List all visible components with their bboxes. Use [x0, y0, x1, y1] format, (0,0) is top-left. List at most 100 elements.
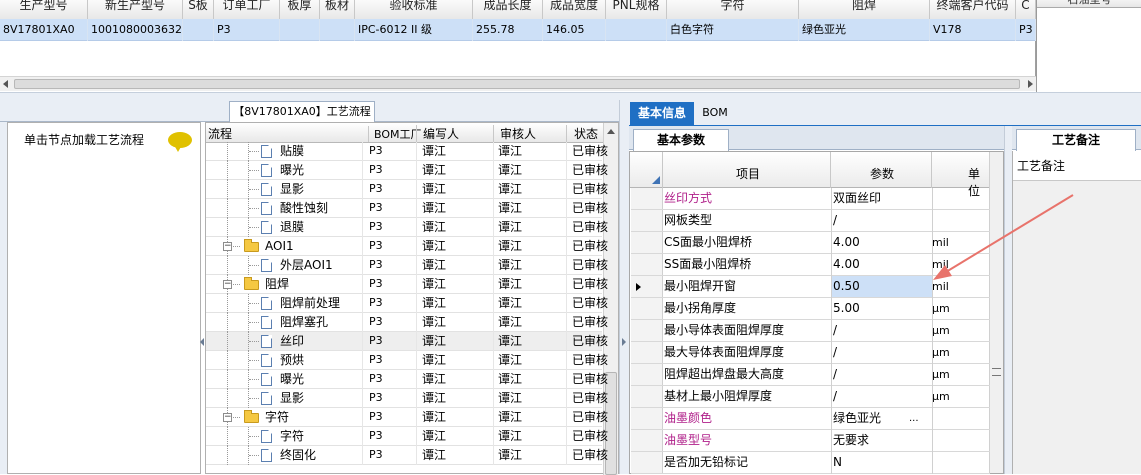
top-grid-row[interactable]: 8V17801XA0 10010800036320 P3 IPC-6012 II 级2…	[0, 19, 1036, 41]
remarks-splitter[interactable]	[1004, 126, 1012, 474]
tree-row[interactable]: − 字符 P3 谭江 谭江 已审核	[206, 408, 608, 427]
top-grid-cell-13[interactable]: P3	[1016, 19, 1036, 41]
tree-node-label[interactable]: 显影	[280, 180, 304, 198]
tree-node-label[interactable]: AOI1	[265, 237, 294, 255]
top-grid-cell-2[interactable]	[183, 19, 214, 41]
tab-process-flow[interactable]: 【8V17801XA0】工艺流程	[229, 101, 375, 122]
param-row[interactable]: 是否加无铅标记 N	[631, 452, 990, 474]
top-grid-cell-12[interactable]: V178	[930, 19, 1016, 41]
tab-process-remarks[interactable]: 工艺备注	[1016, 129, 1136, 151]
left-splitter[interactable]	[0, 122, 7, 474]
top-grid-header-12[interactable]: 终端客户代码	[930, 0, 1016, 19]
tree-header-writer[interactable]: 编写人	[416, 125, 493, 142]
param-value-cell[interactable]	[831, 342, 932, 363]
params-header-item[interactable]: 项目	[736, 165, 760, 182]
param-value[interactable]: 0.50	[833, 276, 860, 297]
tree-header-reviewer[interactable]: 审核人	[493, 125, 566, 142]
param-value-cell[interactable]	[831, 452, 932, 473]
param-value[interactable]: 无要求	[833, 430, 869, 451]
top-grid-cell-10[interactable]: 白色字符	[667, 19, 799, 41]
param-value[interactable]: /	[833, 364, 837, 385]
top-grid-header-0[interactable]: 生产型号	[0, 0, 88, 19]
tree-node-label[interactable]: 终固化	[280, 446, 316, 464]
tree-node-label[interactable]: 预烘	[280, 351, 304, 369]
param-value[interactable]: 4.00	[833, 254, 860, 275]
tree-row[interactable]: − 阻焊 P3 谭江 谭江 已审核	[206, 275, 608, 294]
top-grid-header-3[interactable]: 订单工厂	[214, 0, 280, 19]
param-row[interactable]: 最大导体表面阻焊厚度 / μm	[631, 342, 990, 364]
top-grid-cell-9[interactable]	[606, 19, 667, 41]
top-grid-header-9[interactable]: PNL规格	[606, 0, 667, 19]
param-row[interactable]: 基材上最小阻焊厚度 / μm	[631, 386, 990, 408]
param-value[interactable]: /	[833, 386, 837, 407]
top-grid-cell-5[interactable]	[320, 19, 355, 41]
params-header-value[interactable]: 参数	[870, 165, 894, 182]
param-row[interactable]: 最小拐角厚度 5.00 μm	[631, 298, 990, 320]
param-value[interactable]: /	[833, 210, 837, 231]
tree-row[interactable]: 阻焊前处理 P3 谭江 谭江 已审核	[206, 294, 608, 313]
tree-row[interactable]: 贴膜 P3 谭江 谭江 已审核	[206, 142, 608, 161]
collapse-toggle-icon[interactable]: −	[223, 413, 232, 422]
tree-row[interactable]: 预烘 P3 谭江 谭江 已审核	[206, 351, 608, 370]
tree-node-label[interactable]: 字符	[280, 427, 304, 445]
top-grid-cell-4[interactable]	[280, 19, 320, 41]
tree-row[interactable]: 显影 P3 谭江 谭江 已审核	[206, 180, 608, 199]
tree-node-label[interactable]: 贴膜	[280, 142, 304, 160]
scroll-up-arrow-icon[interactable]	[607, 129, 615, 134]
top-grid-hscrollbar[interactable]	[0, 76, 1036, 91]
top-grid-cell-3[interactable]: P3	[214, 19, 280, 41]
tree-row[interactable]: 终固化 P3 谭江 谭江 已审核	[206, 446, 608, 465]
top-grid-header-5[interactable]: 板材	[320, 0, 355, 19]
scroll-left-arrow-icon[interactable]	[3, 80, 8, 88]
top-grid-header-7[interactable]: 成品长度	[473, 0, 543, 19]
collapse-toggle-icon[interactable]: −	[223, 242, 232, 251]
tree-row[interactable]: 退膜 P3 谭江 谭江 已审核	[206, 218, 608, 237]
tab-basic-params[interactable]: 基本参数	[633, 129, 729, 151]
param-value[interactable]: /	[833, 320, 837, 341]
top-grid-cell-7[interactable]: 255.78	[473, 19, 543, 41]
tree-node-label[interactable]: 阻焊前处理	[280, 294, 340, 312]
tree-node-label[interactable]: 阻焊	[265, 275, 289, 293]
scroll-thumb[interactable]	[14, 79, 1020, 89]
tree-row[interactable]: 阻焊塞孔 P3 谭江 谭江 已审核	[206, 313, 608, 332]
tree-row[interactable]: 曝光 P3 谭江 谭江 已审核	[206, 370, 608, 389]
tree-node-label[interactable]: 外层AOI1	[280, 256, 333, 274]
tree-row[interactable]: 酸性蚀刻 P3 谭江 谭江 已审核	[206, 199, 608, 218]
top-grid-header-6[interactable]: 验收标准	[355, 0, 473, 19]
left-collapse-arrow-icon[interactable]	[200, 338, 204, 346]
tree-row[interactable]: 外层AOI1 P3 谭江 谭江 已审核	[206, 256, 608, 275]
tree-header-flow[interactable]: 流程	[208, 125, 232, 142]
top-splitter[interactable]	[0, 92, 1141, 100]
top-grid-cell-6[interactable]: IPC-6012 II 级	[355, 19, 473, 41]
top-grid-cell-0[interactable]: 8V17801XA0	[0, 19, 88, 41]
param-value[interactable]: 双面丝印	[833, 188, 881, 209]
top-grid-header-13[interactable]: C	[1016, 0, 1036, 19]
param-row[interactable]: 油墨型号 无要求	[631, 430, 990, 452]
tree-node-label[interactable]: 阻焊塞孔	[280, 313, 328, 331]
param-value-cell[interactable]	[831, 386, 932, 407]
top-grid-header-4[interactable]: 板厚	[280, 0, 320, 19]
tree-node-label[interactable]: 丝印	[280, 332, 304, 350]
middle-splitter[interactable]	[619, 100, 629, 474]
param-value[interactable]: 4.00	[833, 232, 860, 253]
param-value-cell[interactable]	[831, 364, 932, 385]
load-flow-hint[interactable]: 单击节点加载工艺流程	[24, 131, 144, 149]
tab-basic-info[interactable]: 基本信息	[630, 102, 694, 126]
tree-row[interactable]: − AOI1 P3 谭江 谭江 已审核	[206, 237, 608, 256]
top-grid-header-2[interactable]: S板	[183, 0, 214, 19]
param-value-cell[interactable]	[831, 320, 932, 341]
param-value[interactable]: 绿色亚光	[833, 408, 881, 429]
tree-node-label[interactable]: 曝光	[280, 370, 304, 388]
collapse-arrow-icon[interactable]	[622, 338, 626, 346]
tree-node-label[interactable]: 酸性蚀刻	[280, 199, 328, 217]
param-row[interactable]: 最小导体表面阻焊厚度 / μm	[631, 320, 990, 342]
collapse-toggle-icon[interactable]: −	[223, 280, 232, 289]
tree-row[interactable]: 字符 P3 谭江 谭江 已审核	[206, 427, 608, 446]
top-grid-header-8[interactable]: 成品宽度	[543, 0, 606, 19]
tree-node-label[interactable]: 显影	[280, 389, 304, 407]
tree-row[interactable]: 曝光 P3 谭江 谭江 已审核	[206, 161, 608, 180]
scroll-grip-icon[interactable]	[992, 368, 1001, 376]
top-grid-header-10[interactable]: 字符	[667, 0, 799, 19]
param-value-cell[interactable]	[831, 210, 932, 231]
top-grid-header-1[interactable]: 新生产型号	[88, 0, 183, 19]
